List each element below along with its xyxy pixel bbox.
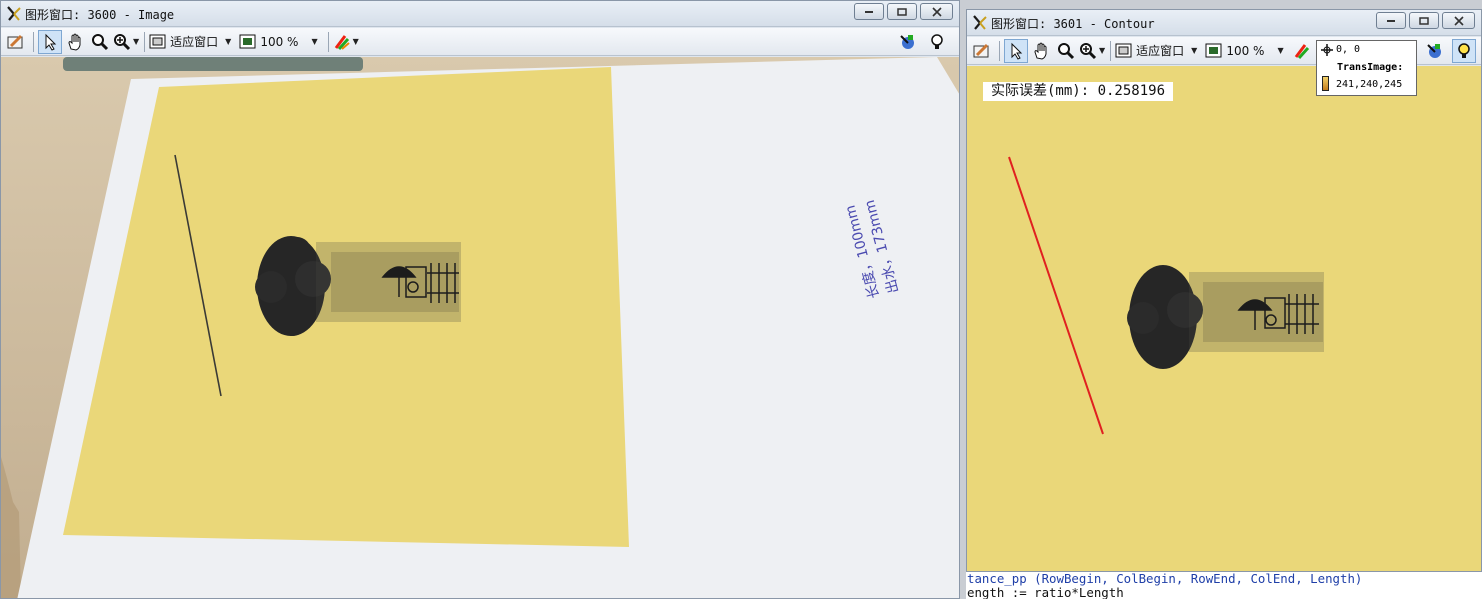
zoom-level-button[interactable]: 100 % xyxy=(239,30,298,54)
measurement-result-label: 实际误差(mm): 0.258196 xyxy=(983,82,1174,101)
zoom-level-label: 100 % xyxy=(1226,43,1265,58)
image-toolbar: ▼ 适应窗口 ▼ 100 % ▼ ▼ xyxy=(1,28,959,56)
pixel-info-icon[interactable] xyxy=(1423,39,1447,63)
zoom-in-icon[interactable]: ▼ xyxy=(1079,39,1105,63)
close-button[interactable] xyxy=(1442,12,1475,29)
image-window: 图形窗口: 3600 - Image ▼ 适应窗口 ▼ 100 % ▼ ▼ 长度… xyxy=(0,0,960,599)
ink-blot xyxy=(255,236,461,336)
zoom-fit-icon xyxy=(239,34,256,48)
title-bar[interactable]: 图形窗口: 3600 - Image xyxy=(1,1,959,27)
magnifier-icon[interactable] xyxy=(88,30,112,54)
pixel-info-icon[interactable] xyxy=(896,30,920,54)
pixel-value: 241,240,245 xyxy=(1336,79,1403,90)
maximize-button[interactable] xyxy=(887,3,917,20)
contour-canvas[interactable]: 实际误差(mm): 0.258196 xyxy=(967,66,1481,571)
chevron-down-icon[interactable]: ▼ xyxy=(133,37,139,46)
edit-settings-icon[interactable] xyxy=(970,39,994,63)
pointer-tool-icon[interactable] xyxy=(38,29,62,54)
draw-color-icon[interactable]: ▼ xyxy=(333,30,359,54)
minimize-button[interactable] xyxy=(854,3,884,20)
program-editor[interactable]: tance_pp (RowBegin, ColBegin, RowEnd, Co… xyxy=(966,572,1482,599)
fit-window-icon xyxy=(1115,43,1132,57)
contour-window: 图形窗口: 3601 - Contour ▼ 适应窗口 ▼ 100 % ▼ 0,… xyxy=(966,9,1482,572)
chevron-down-icon[interactable]: ▼ xyxy=(225,37,231,46)
lightbulb-icon[interactable] xyxy=(1452,39,1476,63)
halcon-app-icon xyxy=(971,14,989,32)
lightbulb-icon[interactable] xyxy=(925,30,949,54)
window-title: 图形窗口: 3600 - Image xyxy=(25,8,175,22)
pointer-tool-icon[interactable] xyxy=(1004,38,1028,63)
code-line[interactable]: ength := ratio*Length xyxy=(966,586,1482,599)
draw-color-icon[interactable] xyxy=(1290,39,1314,63)
chevron-down-icon[interactable]: ▼ xyxy=(1277,46,1283,55)
green-object xyxy=(63,57,363,71)
maximize-button[interactable] xyxy=(1409,12,1439,29)
halcon-app-icon xyxy=(5,5,23,23)
code-line[interactable]: tance_pp (RowBegin, ColBegin, RowEnd, Co… xyxy=(966,572,1482,586)
fit-window-button[interactable]: 适应窗口 xyxy=(149,30,218,54)
chevron-down-icon[interactable]: ▼ xyxy=(311,37,317,46)
zoom-in-icon[interactable]: ▼ xyxy=(113,30,139,54)
pixel-image-name: TransImage: xyxy=(1337,62,1404,73)
chevron-down-icon[interactable]: ▼ xyxy=(1099,46,1105,55)
hand-pan-icon[interactable] xyxy=(1029,39,1053,63)
magnifier-icon[interactable] xyxy=(1054,39,1078,63)
pixel-info-tooltip: 0, 0 TransImage: 241,240,245 xyxy=(1316,40,1417,96)
zoom-level-label: 100 % xyxy=(260,34,299,49)
color-swatch xyxy=(1322,76,1329,91)
close-button[interactable] xyxy=(920,3,953,20)
zoom-fit-icon xyxy=(1205,43,1222,57)
chevron-down-icon[interactable]: ▼ xyxy=(1191,46,1197,55)
fit-window-label: 适应窗口 xyxy=(1136,44,1185,58)
window-title: 图形窗口: 3601 - Contour xyxy=(991,17,1155,31)
image-canvas[interactable]: 长度，100mm 出水，173mm xyxy=(1,57,959,598)
crosshair-icon xyxy=(1321,44,1333,59)
minimize-button[interactable] xyxy=(1376,12,1406,29)
fit-window-icon xyxy=(149,34,166,48)
fit-window-label: 适应窗口 xyxy=(170,35,219,49)
zoom-level-button[interactable]: 100 % xyxy=(1205,39,1264,63)
hand-pan-icon[interactable] xyxy=(63,30,87,54)
pixel-coordinates: 0, 0 xyxy=(1336,44,1361,55)
title-bar[interactable]: 图形窗口: 3601 - Contour xyxy=(967,10,1481,36)
edit-settings-icon[interactable] xyxy=(4,30,28,54)
chevron-down-icon[interactable]: ▼ xyxy=(353,37,359,46)
fit-window-button[interactable]: 适应窗口 xyxy=(1115,39,1184,63)
